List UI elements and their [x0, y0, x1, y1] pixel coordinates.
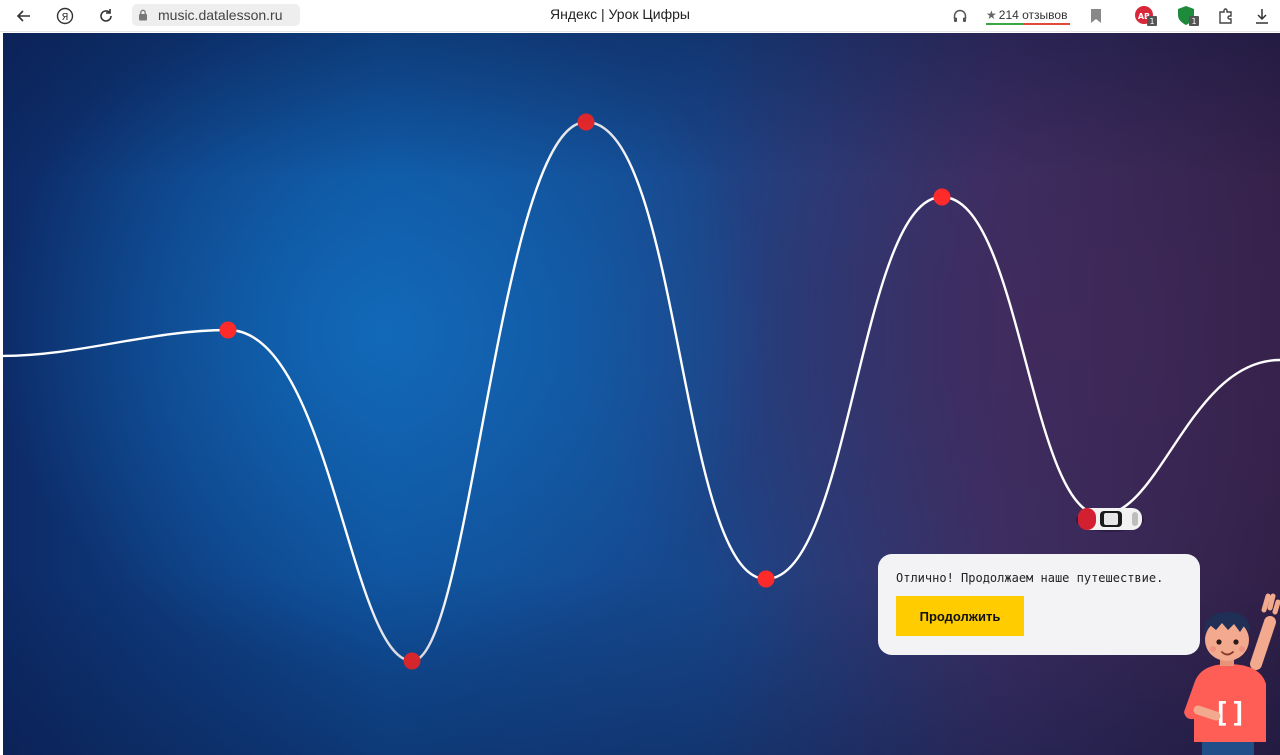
checkpoint-dot[interactable] — [219, 321, 237, 339]
continue-button[interactable]: Продолжить — [896, 596, 1024, 636]
reviews-link[interactable]: ★ 214 отзывов — [986, 5, 1067, 24]
adblock-badge: 1 — [1149, 17, 1154, 26]
adblock-extension-icon[interactable]: AB 1 — [1134, 4, 1158, 28]
reload-icon[interactable] — [94, 4, 118, 28]
checkpoint-dot[interactable] — [933, 188, 951, 206]
svg-text:Я: Я — [62, 12, 69, 23]
lock-icon — [138, 6, 148, 25]
message-card: Отлично! Продолжаем наше путешествие. Пр… — [878, 554, 1200, 655]
extensions-puzzle-icon[interactable] — [1214, 4, 1238, 28]
address-bar[interactable]: music.datalesson.ru — [132, 4, 300, 26]
star-icon: ★ — [986, 7, 997, 22]
car-icon — [1076, 508, 1144, 532]
shield-badge: 1 — [1191, 17, 1196, 26]
download-icon[interactable] — [1250, 4, 1274, 28]
reviews-rating-bar — [986, 23, 1070, 25]
yandex-logo-icon[interactable]: Я — [53, 4, 77, 28]
headphones-icon[interactable] — [948, 4, 972, 28]
message-text: Отлично! Продолжаем наше путешествие. — [896, 571, 1164, 585]
bookmark-icon[interactable] — [1084, 4, 1108, 28]
checkpoint-dot[interactable] — [403, 652, 421, 670]
checkpoint-dot[interactable] — [577, 113, 595, 131]
shield-extension-icon[interactable]: 1 — [1176, 4, 1200, 28]
mascot-character: [] — [1184, 593, 1280, 755]
browser-toolbar: Я music.datalesson.ru Яндекс | Урок Цифр… — [0, 0, 1280, 32]
back-arrow-icon[interactable] — [12, 4, 36, 28]
reviews-count: 214 отзывов — [998, 7, 1068, 22]
url-text: music.datalesson.ru — [158, 7, 283, 23]
checkpoint-dot[interactable] — [757, 570, 775, 588]
page-title: Яндекс | Урок Цифры — [550, 6, 690, 22]
